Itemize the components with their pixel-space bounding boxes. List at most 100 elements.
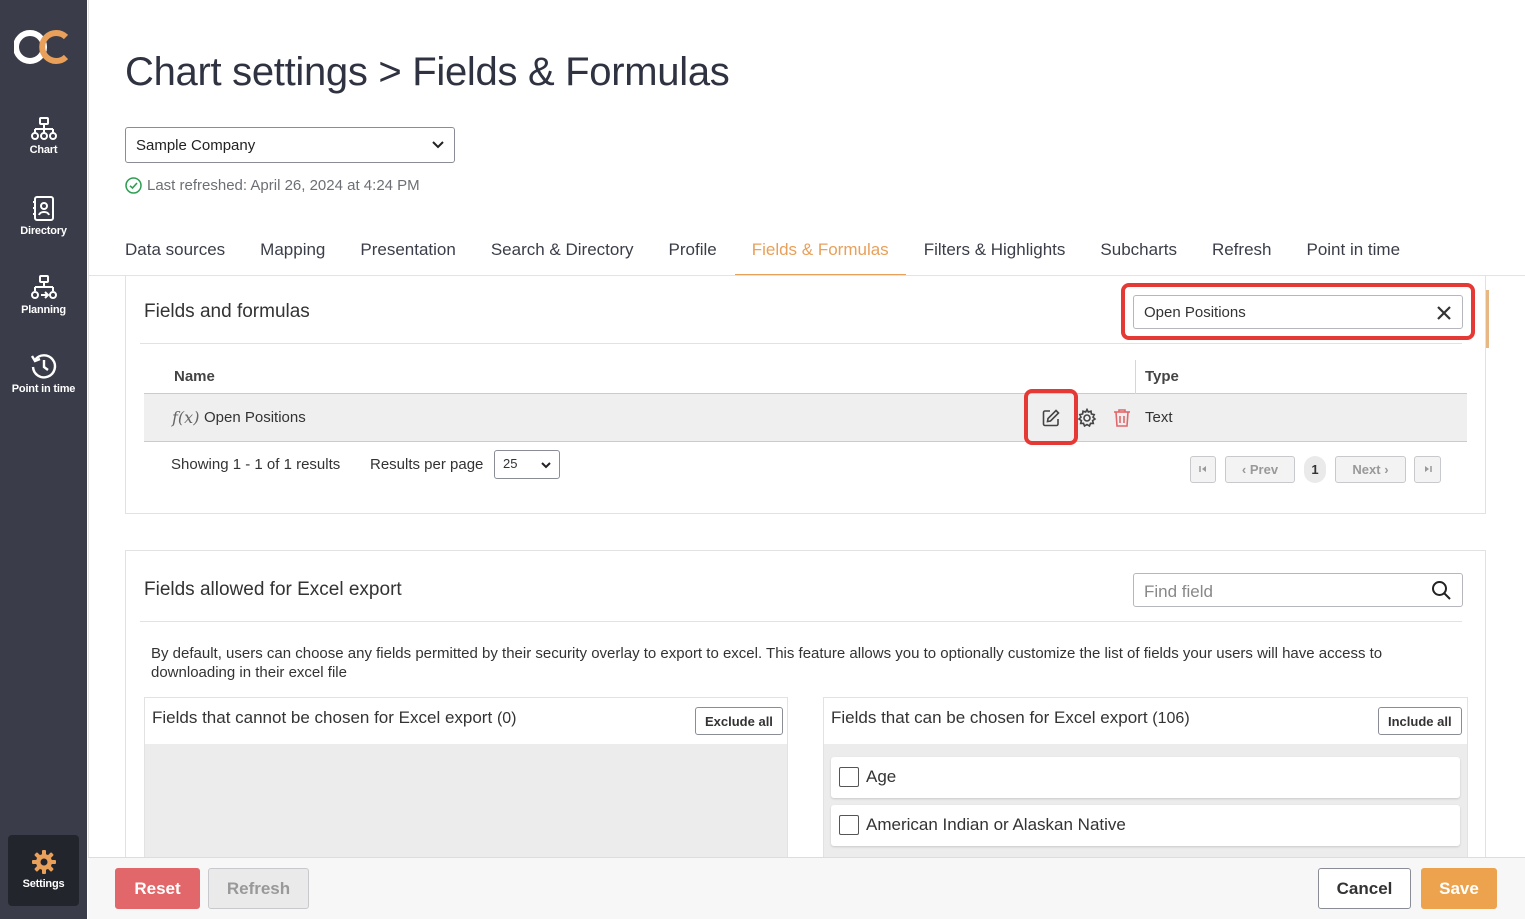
footer-bar: Reset Refresh Cancel Save (88, 857, 1525, 919)
tab-data-sources[interactable]: Data sources (125, 236, 225, 276)
fields-formulas-panel: Fields and formulas Open Positions Name … (125, 276, 1486, 514)
included-fields-panel: Fields that can be chosen for Excel expo… (823, 697, 1468, 878)
main-content: Chart settings > Fields & Formulas Sampl… (88, 0, 1525, 919)
sidebar: Chart Directory Planning Point in time S… (0, 0, 87, 919)
next-label: Next (1352, 462, 1381, 477)
nav-point-in-time[interactable]: Point in time (0, 352, 87, 395)
results-per-page-label: Results per page (370, 456, 484, 473)
results-per-page-value: 25 (503, 456, 518, 471)
edit-icon[interactable] (1041, 408, 1061, 428)
tab-fields-formulas[interactable]: Fields & Formulas (734, 236, 906, 276)
search-icon[interactable] (1431, 580, 1452, 601)
column-type: Type (1145, 368, 1179, 385)
current-page[interactable]: 1 (1304, 456, 1326, 483)
included-fields-header: Fields that can be chosen for Excel expo… (824, 698, 1467, 744)
fields-formulas-title: Fields and formulas (144, 301, 310, 322)
excel-export-description: By default, users can choose any fields … (151, 645, 1383, 681)
tab-presentation[interactable]: Presentation (360, 236, 455, 276)
refresh-button[interactable]: Refresh (208, 868, 309, 909)
excel-export-title: Fields allowed for Excel export (144, 579, 402, 600)
last-refreshed: Last refreshed: April 26, 2024 at 4:24 P… (125, 177, 420, 194)
settings-tabs: Data sources Mapping Presentation Search… (125, 236, 1435, 276)
include-all-button[interactable]: Include all (1378, 707, 1462, 735)
nav-settings[interactable]: Settings (8, 835, 79, 906)
included-fields-title: Fields that can be chosen for Excel expo… (831, 708, 1190, 728)
excluded-title-text: Fields that cannot be chosen for Excel e… (152, 708, 493, 727)
cancel-button[interactable]: Cancel (1318, 868, 1411, 909)
org-chart-icon (30, 117, 57, 140)
field-type: Text (1145, 409, 1173, 426)
first-page-button[interactable] (1190, 456, 1216, 483)
chevron-down-icon (541, 462, 551, 469)
prev-label: Prev (1249, 462, 1279, 477)
first-page-icon (1199, 466, 1206, 472)
oc-logo[interactable] (13, 26, 74, 70)
trash-icon[interactable] (1113, 408, 1131, 428)
field-name: Open Positions (204, 409, 306, 426)
chevron-right-icon: › (1380, 462, 1389, 477)
nav-directory[interactable]: Directory (0, 196, 87, 237)
field-label: American Indian or Alaskan Native (866, 815, 1126, 834)
exclude-all-button[interactable]: Exclude all (695, 707, 783, 735)
table-row[interactable]: f(x) Open Positions Text (144, 389, 1467, 445)
nav-directory-label: Directory (20, 225, 67, 237)
included-title-text: Fields that can be chosen for Excel expo… (831, 708, 1148, 727)
tab-point-in-time[interactable]: Point in time (1306, 236, 1400, 276)
chevron-left-icon: ‹ (1241, 462, 1250, 477)
tab-refresh[interactable]: Refresh (1212, 236, 1272, 276)
nav-planning[interactable]: Planning (0, 275, 87, 316)
gear-icon[interactable] (1077, 408, 1097, 428)
excluded-fields-header: Fields that cannot be chosen for Excel e… (145, 698, 787, 744)
tab-profile[interactable]: Profile (669, 236, 717, 276)
column-name: Name (174, 368, 215, 385)
tab-filters-highlights[interactable]: Filters & Highlights (924, 236, 1066, 276)
list-item[interactable]: Age (831, 757, 1460, 798)
results-summary: Showing 1 - 1 of 1 results (171, 456, 341, 473)
pagination-row: Showing 1 - 1 of 1 results Results per p… (171, 450, 1471, 486)
excluded-count: (0) (496, 710, 517, 727)
tab-mapping[interactable]: Mapping (260, 236, 325, 276)
formula-icon: f(x) (172, 408, 200, 427)
tab-subcharts[interactable]: Subcharts (1100, 236, 1177, 276)
last-page-button[interactable] (1414, 456, 1441, 483)
included-count: (106) (1152, 710, 1190, 727)
results-per-page-select[interactable]: 25 (494, 450, 560, 479)
nav-chart-label: Chart (29, 144, 58, 156)
page-title: Chart settings > Fields & Formulas (125, 50, 730, 94)
field-label: Age (866, 767, 897, 786)
last-page-icon (1424, 466, 1432, 472)
excluded-fields-panel: Fields that cannot be chosen for Excel e… (144, 697, 788, 878)
planning-icon (30, 275, 57, 299)
company-select[interactable]: Sample Company (125, 127, 455, 163)
find-field-input[interactable]: Find field (1133, 573, 1463, 607)
save-button[interactable]: Save (1421, 868, 1497, 909)
checkbox[interactable] (839, 815, 859, 835)
excel-export-panel: Fields allowed for Excel export Find fie… (125, 550, 1486, 878)
find-field-placeholder: Find field (1144, 582, 1213, 601)
chevron-down-icon (432, 141, 444, 149)
fields-search-input[interactable]: Open Positions (1133, 295, 1463, 329)
prev-page-button[interactable]: ‹ Prev (1225, 456, 1295, 483)
excluded-fields-title: Fields that cannot be chosen for Excel e… (152, 708, 517, 728)
next-page-button[interactable]: Next › (1335, 456, 1406, 483)
nav-settings-label: Settings (22, 878, 65, 890)
reset-button[interactable]: Reset (115, 868, 200, 909)
close-icon[interactable] (1436, 305, 1452, 321)
gear-icon (31, 850, 56, 874)
nav-point-in-time-label: Point in time (11, 383, 76, 395)
list-item[interactable]: American Indian or Alaskan Native (831, 805, 1460, 846)
panel-divider (140, 343, 1462, 344)
fields-search-value: Open Positions (1144, 304, 1246, 321)
last-refreshed-text: Last refreshed: April 26, 2024 at 4:24 P… (147, 177, 420, 194)
checkbox[interactable] (839, 767, 859, 787)
nav-chart[interactable]: Chart (0, 117, 87, 156)
fields-table-header: Name Type (144, 358, 1467, 394)
history-icon (30, 354, 56, 379)
panel-divider (140, 621, 1462, 622)
tab-search-directory[interactable]: Search & Directory (491, 236, 634, 276)
directory-icon (32, 196, 54, 221)
company-select-value: Sample Company (136, 137, 256, 154)
nav-planning-label: Planning (21, 304, 66, 316)
check-circle-icon (125, 177, 142, 194)
column-divider (1135, 360, 1136, 394)
